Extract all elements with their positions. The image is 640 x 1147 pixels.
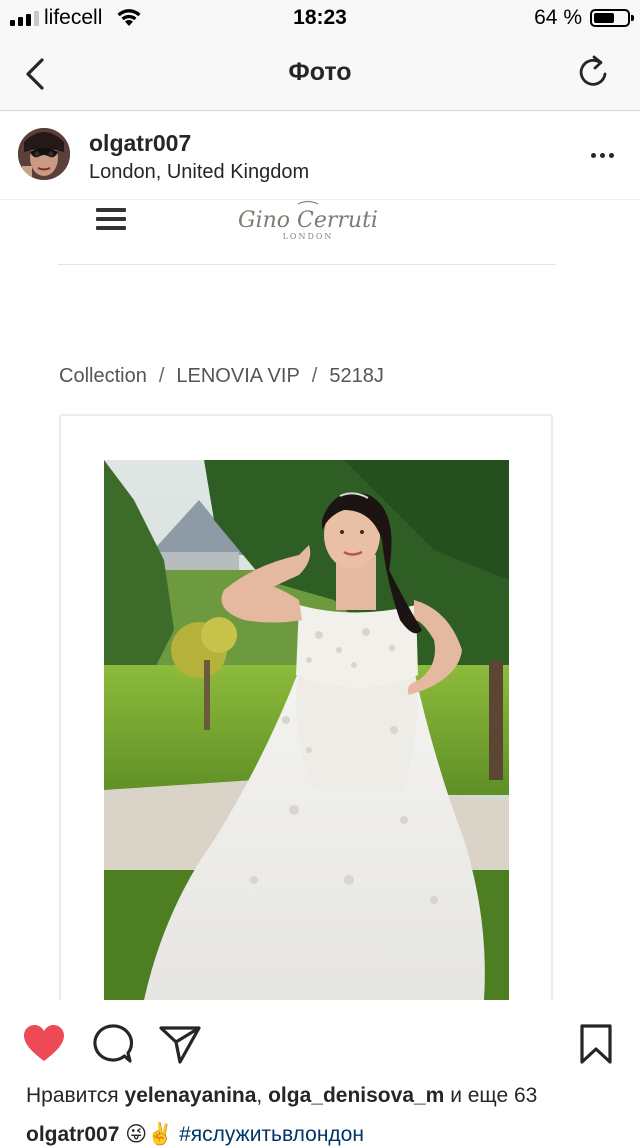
caption-hashtag[interactable]: #яслужитьвлондон xyxy=(179,1123,364,1146)
breadcrumb-item: 5218J xyxy=(329,365,384,387)
battery-icon xyxy=(590,9,634,27)
caption-username[interactable]: olgatr007 xyxy=(26,1123,119,1146)
refresh-icon[interactable] xyxy=(574,52,614,92)
breadcrumb-item: LENOVIA VIP xyxy=(176,365,300,387)
more-options-icon[interactable] xyxy=(591,153,614,158)
comment-icon[interactable] xyxy=(90,1022,134,1066)
heart-filled-icon[interactable] xyxy=(22,1022,66,1066)
battery-percent: 64 % xyxy=(534,6,582,29)
breadcrumb-separator: / xyxy=(158,365,165,387)
divider xyxy=(58,264,556,265)
wedding-dress-photo xyxy=(104,460,509,1000)
caption-emoji: 😜✌️ xyxy=(125,1123,174,1146)
breadcrumb: Collection / LENOVIA VIP / 5218J xyxy=(59,365,384,388)
status-bar: lifecell 18:23 64 % xyxy=(0,0,640,38)
likes-more[interactable]: и еще 63 xyxy=(450,1084,537,1107)
liker-username[interactable]: yelenayanina xyxy=(125,1084,257,1107)
post-location[interactable]: London, United Kingdom xyxy=(89,161,309,184)
breadcrumb-separator: / xyxy=(311,365,318,387)
avatar[interactable] xyxy=(18,128,70,180)
post-header: olgatr007 London, United Kingdom xyxy=(0,111,640,200)
likes-prefix: Нравится xyxy=(26,1084,119,1107)
breadcrumb-item: Collection xyxy=(59,365,147,387)
navigation-bar: Фото xyxy=(0,38,640,111)
post-caption: olgatr007 😜✌️ #яслужитьвлондон xyxy=(26,1122,364,1147)
post-action-bar xyxy=(0,1000,640,1080)
post-username[interactable]: olgatr007 xyxy=(89,130,191,157)
brand-logo: Gino Cerruti LONDON xyxy=(228,200,388,246)
paper-plane-icon[interactable] xyxy=(158,1022,202,1066)
liker-username[interactable]: olga_denisova_m xyxy=(268,1084,444,1107)
post-photo[interactable]: Gino Cerruti LONDON Collection / LENOVIA V… xyxy=(0,200,640,1000)
likes-summary: Нравится yelenayanina, olga_denisova_m и… xyxy=(26,1084,538,1107)
menu-hamburger-icon xyxy=(96,208,126,232)
page-title: Фото xyxy=(288,58,352,86)
bookmark-icon[interactable] xyxy=(574,1022,618,1066)
